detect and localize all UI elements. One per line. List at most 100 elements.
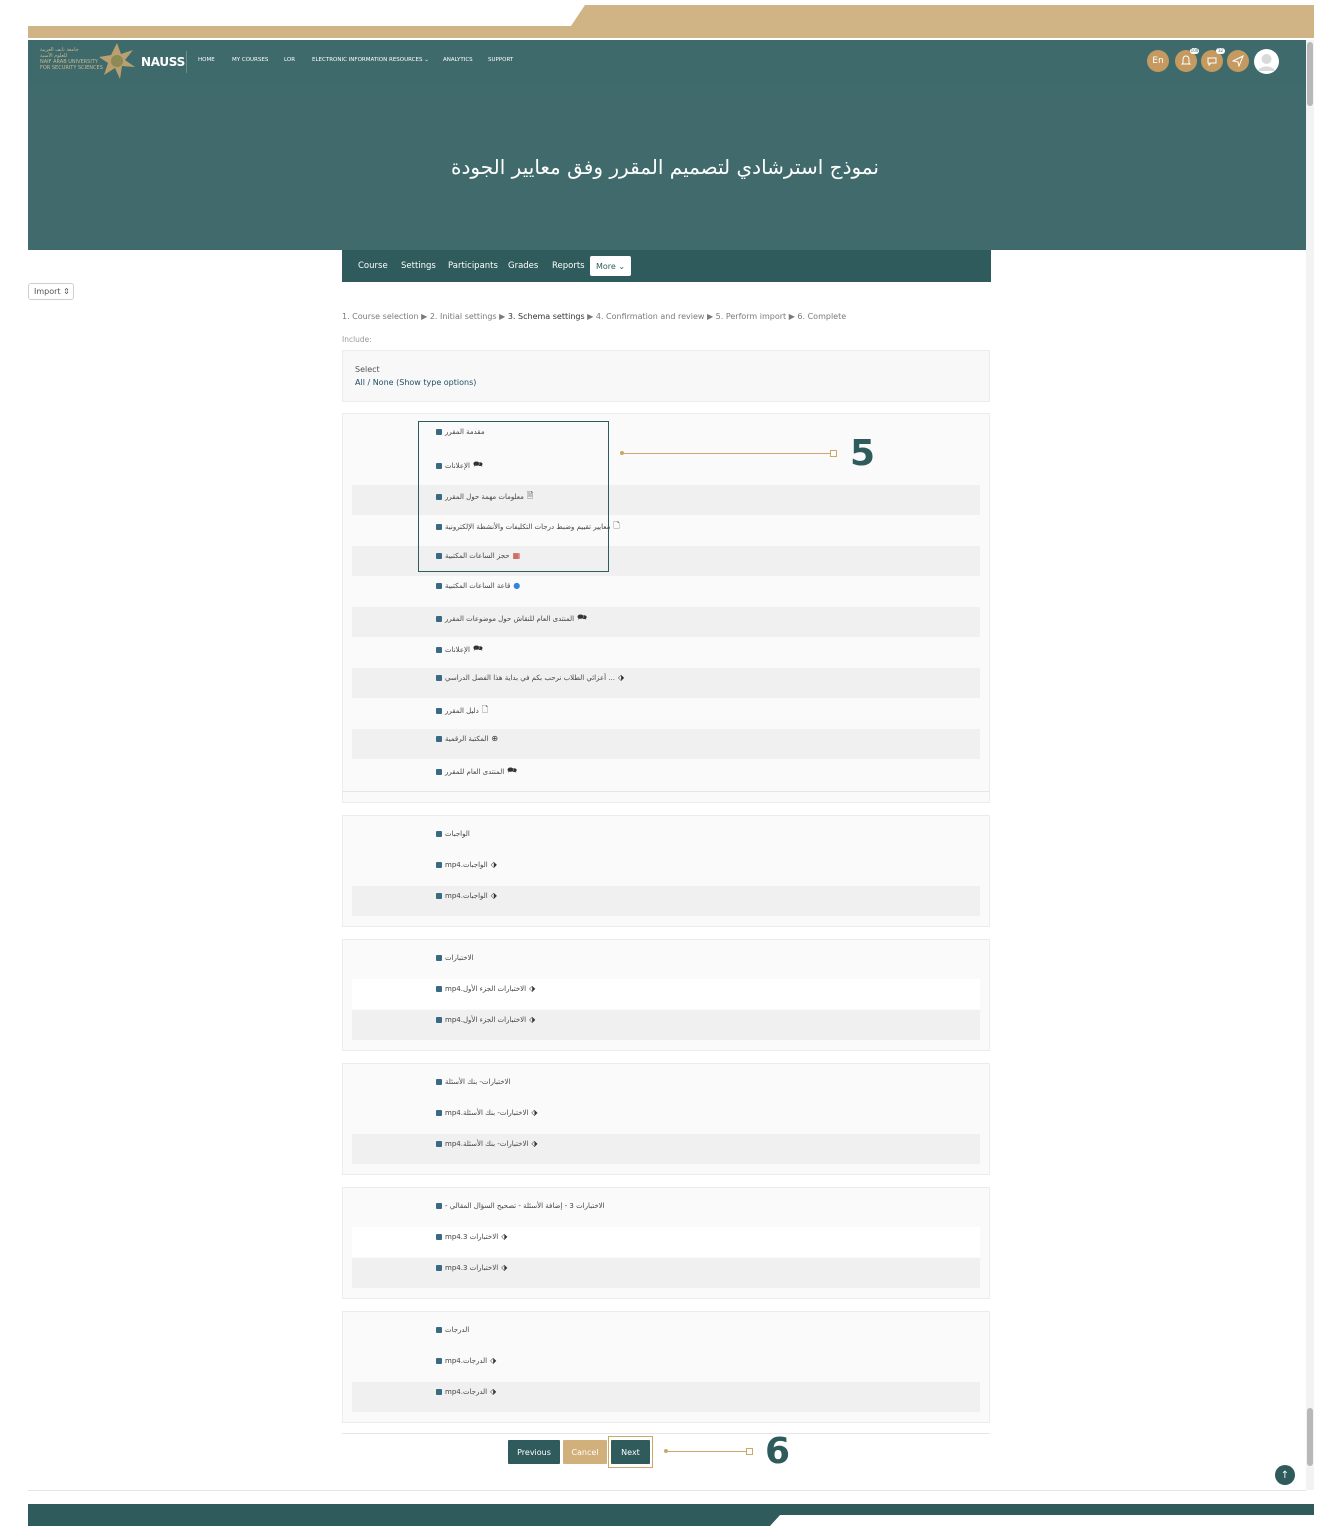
activity-item[interactable]: الاختبارات 3.mp4 ⬗ [436,1263,507,1272]
tab-more[interactable]: More ⌄ [590,256,631,276]
callout-line [623,453,831,454]
brand-separator [186,51,187,73]
tab-grades[interactable]: Grades [508,261,538,271]
steps-before: 1. Course selection ▶ 2. Initial setting… [342,312,508,321]
next-button[interactable]: Next [611,1440,650,1464]
activity-item[interactable]: الاختبارات الجزء الأول.mp4 ⬗ [436,984,535,993]
nav-home[interactable]: HOME [198,57,215,63]
page-scrollbar[interactable] [1306,40,1314,1490]
language-button[interactable]: En [1147,50,1169,72]
user-icon [1258,54,1275,71]
checkbox[interactable] [436,1264,442,1271]
checkbox[interactable] [436,1109,442,1116]
label-icon: ⬗ [529,984,536,993]
notification-count-badge: 100 [1190,48,1199,54]
activity-item[interactable]: الواجبات.mp4 ⬗ [436,891,497,900]
tab-settings[interactable]: Settings [401,261,436,271]
back-to-top-button[interactable]: ↑ [1275,1465,1295,1485]
activity-item[interactable]: الاختبارات 3.mp4 ⬗ [436,1232,507,1241]
current-step: 3. Schema settings [507,312,585,321]
checkbox[interactable] [436,861,442,868]
footer-tab [770,1515,1314,1526]
item-label: الاختبارات 3 - إضافة الأسئلة - تصحيح الس… [445,1202,605,1210]
item-label: الدرجات [445,1326,470,1334]
activity-item[interactable]: الاختبارات الجزء الأول.mp4 ⬗ [436,1015,535,1024]
activity-item[interactable]: الإعلانات 🗪 [436,643,483,657]
nav-analytics[interactable]: ANALYTICS [443,57,473,63]
activity-item[interactable]: الدرجات.mp4 ⬗ [436,1387,496,1396]
tab-participants[interactable]: Participants [448,261,498,271]
checkbox[interactable] [436,1203,442,1209]
checkbox[interactable] [436,769,442,775]
brand-name[interactable]: NAUSS [141,55,185,69]
checkbox[interactable] [436,1140,442,1147]
chat-icon[interactable]: 32 [1201,48,1225,72]
checkbox[interactable] [436,616,442,622]
activity-item[interactable]: ... أعزائي الطلاب نرحب بكم في بداية هذا … [436,673,624,682]
language-label: En [1152,56,1164,66]
callout-number-6: 6 [765,1431,791,1472]
checkbox[interactable] [436,1357,442,1364]
checkbox[interactable] [436,674,442,681]
file-icon: 🗋 [613,521,620,530]
select-panel [342,350,990,402]
checkbox[interactable] [436,1016,442,1023]
checkbox[interactable] [436,892,442,899]
bell-glyph-icon [1180,55,1192,65]
checkbox[interactable] [436,1327,442,1333]
checkbox[interactable] [436,831,442,837]
label-icon: ⬗ [501,1263,508,1272]
item-label: الاختبارات- بنك الأسئلة.mp4 [445,1108,529,1117]
import-select[interactable]: Import ⇕ [28,283,74,300]
nav-my-courses[interactable]: MY COURSES [232,57,268,63]
nav-lor[interactable]: LOR [284,57,295,63]
checkbox[interactable] [436,735,442,742]
checkbox[interactable] [436,955,442,961]
activity-item[interactable]: المكتبة الرقمية ⊕ [436,734,498,743]
section-header-item[interactable]: الاختبارات 3 - إضافة الأسئلة - تصحيح الس… [436,1202,605,1210]
activity-item[interactable]: الدرجات.mp4 ⬗ [436,1356,496,1365]
checkbox[interactable] [436,647,442,653]
forum-icon: 🗪 [507,766,518,775]
checkbox[interactable] [436,1233,442,1240]
star-logo-icon [99,43,135,79]
avatar[interactable] [1254,49,1279,74]
message-count-badge: 32 [1216,48,1225,54]
label-icon: ⬗ [501,1232,508,1241]
paper-plane-icon [1232,55,1244,67]
navbar [28,40,1306,86]
item-label: الدرجات.mp4 [445,1387,488,1396]
label-icon: ⬗ [490,891,497,900]
activity-item[interactable]: دليل المقرر 🗋 [436,704,488,718]
tab-reports[interactable]: Reports [552,261,585,271]
item-label: الواجبات.mp4 [445,860,488,869]
nav-electronic-resources[interactable]: ELECTRONIC INFORMATION RESOURCES ⌄ [312,57,429,63]
activity-item[interactable]: الواجبات.mp4 ⬗ [436,860,497,869]
send-icon[interactable] [1227,50,1249,72]
university-logo[interactable]: جامعة نايف العربية للعلوم الأمنية NAIF A… [40,47,103,71]
activity-item[interactable]: الاختبارات- بنك الأسئلة.mp4 ⬗ [436,1139,538,1148]
chat-glyph-icon [1207,57,1217,67]
checkbox[interactable] [436,1079,442,1085]
section-header-item[interactable]: الواجبات [436,830,470,838]
section-header-item[interactable]: الاختبارات- بنك الأسئلة [436,1078,510,1086]
scrollbar-thumb[interactable] [1307,1408,1313,1466]
cancel-button[interactable]: Cancel [563,1440,607,1464]
select-all-none-link[interactable]: All / None (Show type options) [355,378,476,387]
activity-item[interactable]: قاعة الساعات المكتبية ● [436,581,520,590]
checkbox[interactable] [436,1388,442,1395]
section-header-item[interactable]: الدرجات [436,1326,469,1334]
bell-icon[interactable]: 100 [1175,48,1199,72]
nav-support[interactable]: SUPPORT [488,57,513,63]
activity-item[interactable]: المنتدى العام للمقرر 🗪 [436,765,517,779]
item-label: الاختبارات الجزء الأول.mp4 [445,1015,527,1024]
activity-item[interactable]: المنتدى العام للنقاش حول موضوعات المقرر 🗪 [436,612,587,626]
checkbox[interactable] [436,582,442,589]
activity-item[interactable]: الاختبارات- بنك الأسئلة.mp4 ⬗ [436,1108,538,1117]
previous-button[interactable]: Previous [508,1440,560,1464]
checkbox[interactable] [436,985,442,992]
checkbox[interactable] [436,708,442,714]
tab-course[interactable]: Course [358,261,388,271]
section-header-item[interactable]: الاختبارات [436,954,474,962]
scrollbar-thumb[interactable] [1307,42,1313,106]
